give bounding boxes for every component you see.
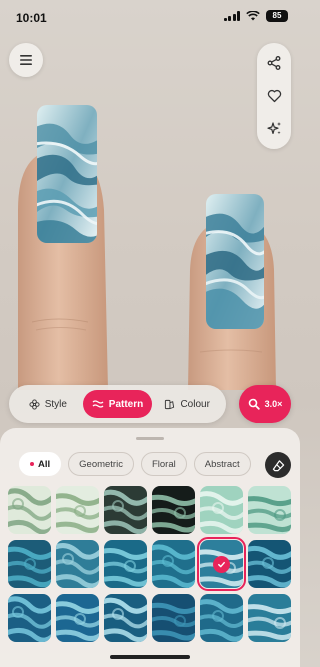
- home-indicator: [110, 655, 190, 659]
- status-time: 10:01: [16, 11, 47, 25]
- pattern-tile[interactable]: [56, 540, 99, 588]
- filter-chip-floral[interactable]: Floral: [140, 452, 187, 476]
- active-dot-icon: [30, 462, 34, 466]
- tab-style[interactable]: Style: [13, 390, 83, 418]
- pattern-tile[interactable]: [152, 486, 195, 534]
- battery-indicator: 85: [266, 10, 288, 22]
- tab-pattern[interactable]: Pattern: [82, 390, 153, 418]
- filter-chip-geometric[interactable]: Geometric: [68, 452, 134, 476]
- nail-preview: [18, 105, 276, 390]
- checkmark-icon: [213, 556, 230, 573]
- pattern-tile[interactable]: [104, 594, 147, 642]
- filter-chip-all[interactable]: All: [19, 452, 62, 476]
- pattern-tile[interactable]: [56, 486, 99, 534]
- pattern-tile[interactable]: [200, 486, 243, 534]
- pattern-tile[interactable]: [248, 540, 291, 588]
- eraser-button[interactable]: [265, 452, 291, 478]
- wifi-icon: [246, 11, 260, 21]
- heart-icon: [267, 89, 281, 103]
- tab-colour[interactable]: Colour: [152, 390, 222, 418]
- cellular-signal-icon: [223, 11, 240, 21]
- status-bar: 10:01 85: [0, 0, 300, 34]
- filter-chip-label: Geometric: [79, 458, 123, 470]
- tab-pattern-label: Pattern: [108, 398, 144, 410]
- sheet-handle[interactable]: [136, 437, 164, 440]
- pattern-tile[interactable]: [248, 486, 291, 534]
- zoom-button[interactable]: 3.0×: [239, 385, 291, 423]
- hamburger-icon: [20, 55, 32, 65]
- filter-chips: All Geometric Floral Abstract: [19, 452, 251, 476]
- filter-chip-label: Abstract: [204, 458, 240, 470]
- pattern-tile[interactable]: [8, 540, 51, 588]
- sparkles-icon: [266, 122, 281, 135]
- pattern-tile[interactable]: [8, 594, 51, 642]
- filter-chip-label: Floral: [151, 458, 176, 470]
- pattern-tile[interactable]: [56, 594, 99, 642]
- pattern-tile[interactable]: [104, 486, 147, 534]
- pattern-tile[interactable]: [197, 537, 246, 591]
- status-icons: 85: [223, 10, 288, 22]
- favorite-button[interactable]: [261, 83, 287, 109]
- waves-icon: [92, 400, 104, 408]
- zoom-level: 3.0×: [264, 399, 283, 409]
- eraser-icon: [272, 459, 284, 471]
- side-action-bar: [257, 43, 291, 149]
- filter-chip-abstract[interactable]: Abstract: [193, 452, 251, 476]
- tab-colour-label: Colour: [180, 398, 210, 410]
- pattern-tile[interactable]: [152, 594, 195, 642]
- palette-icon: [165, 399, 175, 409]
- pattern-tile[interactable]: [152, 540, 195, 588]
- filter-chip-label: All: [38, 458, 51, 470]
- pattern-tile[interactable]: [104, 540, 147, 588]
- effects-button[interactable]: [261, 116, 287, 142]
- menu-button[interactable]: [9, 43, 43, 77]
- mode-tab-bar: Style Pattern Colour: [9, 385, 226, 423]
- pattern-tile[interactable]: [248, 594, 291, 642]
- tab-style-label: Style: [44, 398, 67, 410]
- share-button[interactable]: [261, 50, 287, 76]
- magnifier-icon: [248, 398, 260, 410]
- pattern-tile[interactable]: [200, 594, 243, 642]
- pattern-sheet: All Geometric Floral Abstract: [0, 428, 300, 667]
- flower-icon: [29, 398, 40, 410]
- pattern-tile[interactable]: [8, 486, 51, 534]
- share-icon: [267, 56, 281, 71]
